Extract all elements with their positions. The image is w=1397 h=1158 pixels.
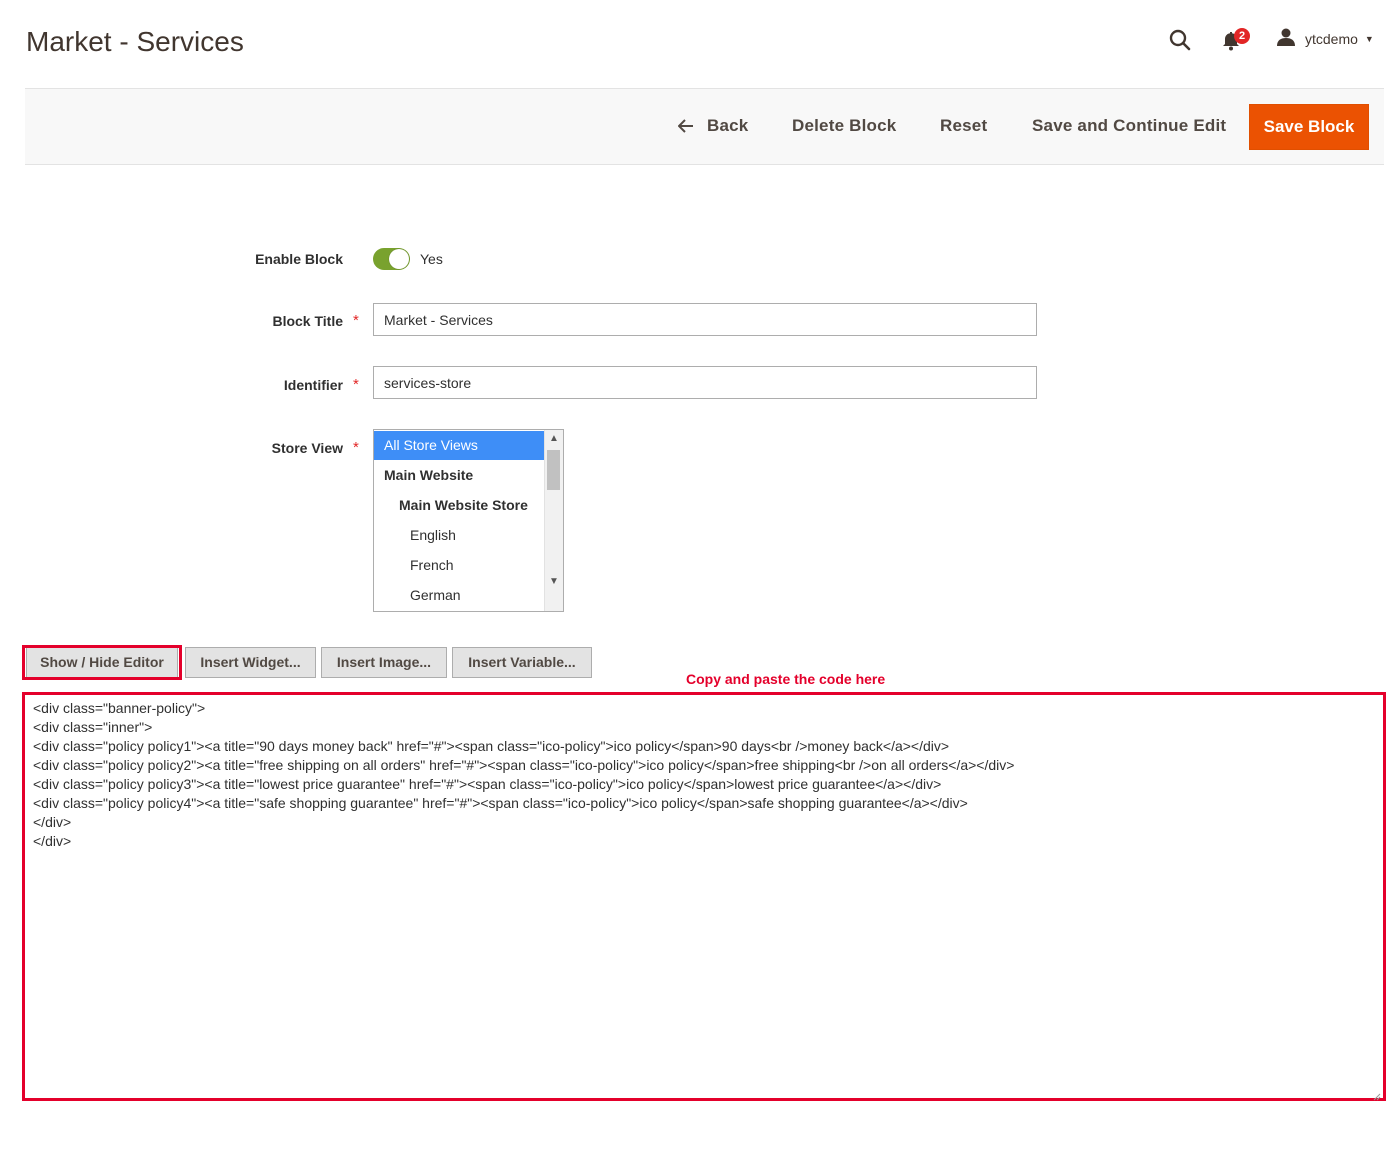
notification-badge: 2 [1234,28,1250,44]
required-asterisk: * [353,376,359,393]
user-menu[interactable]: ytcdemo ▼ [1276,28,1374,50]
code-line: <div class="policy policy1"><a title="90… [33,738,950,754]
enable-block-toggle[interactable] [373,248,410,270]
scrollbar-thumb[interactable] [547,450,560,490]
enable-block-value: Yes [420,251,443,267]
store-view-multiselect[interactable]: All Store Views Main Website Main Websit… [373,429,564,612]
store-view-option-store[interactable]: Main Website Store [374,490,554,520]
content-textarea[interactable]: <div class="banner-policy"> <div class="… [22,692,1386,1101]
code-line: <div class="policy policy3"><a title="lo… [33,776,942,792]
store-view-option-all[interactable]: All Store Views [374,431,554,460]
search-icon[interactable] [1168,28,1192,52]
store-view-option-french[interactable]: French [374,550,554,580]
code-line: <div class="inner"> [33,719,153,735]
back-button[interactable]: Back [707,88,748,165]
required-asterisk: * [353,312,359,329]
code-line: </div> [33,833,72,849]
identifier-label: Identifier [283,377,343,393]
reset-button[interactable]: Reset [940,88,987,165]
identifier-input[interactable] [373,366,1037,399]
code-line: </div> [33,814,72,830]
code-line: <div class="banner-policy"> [33,700,206,716]
caret-down-icon: ▼ [1364,34,1374,44]
back-arrow-icon[interactable] [677,118,694,134]
resize-handle-icon[interactable] [1373,1088,1381,1101]
enable-block-label: Enable Block [255,251,343,267]
save-block-button[interactable]: Save Block [1249,104,1369,150]
delete-block-button[interactable]: Delete Block [792,88,896,165]
store-view-option-german[interactable]: German [374,580,554,610]
highlight-box [22,645,182,680]
store-view-label: Store View [271,440,343,456]
store-view-option-english[interactable]: English [374,520,554,550]
scroll-up-icon[interactable]: ▲ [549,433,559,444]
page-title: Market - Services [26,26,244,57]
multiselect-scrollbar[interactable]: ▲ ▼ [544,430,563,611]
code-line: <div class="policy policy2"><a title="fr… [33,757,1015,773]
required-asterisk: * [353,439,359,456]
user-icon [1276,27,1296,52]
save-and-continue-button[interactable]: Save and Continue Edit [1032,88,1226,165]
toggle-knob [389,249,409,269]
code-line: <div class="policy policy4"><a title="sa… [33,795,968,811]
insert-image-button[interactable]: Insert Image... [321,647,447,678]
block-title-input[interactable] [373,303,1037,336]
store-view-option-website[interactable]: Main Website [374,460,554,490]
insert-widget-button[interactable]: Insert Widget... [185,647,316,678]
annotation-text: Copy and paste the code here [686,671,886,687]
scroll-down-icon[interactable]: ▼ [549,576,559,587]
user-name: ytcdemo [1305,31,1358,47]
insert-variable-button[interactable]: Insert Variable... [452,647,592,678]
block-title-label: Block Title [272,313,343,329]
